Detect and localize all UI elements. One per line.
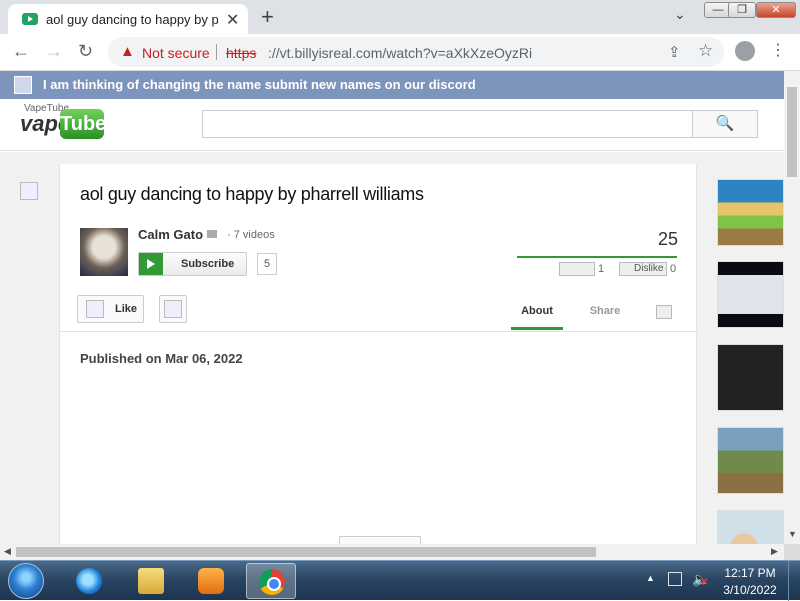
published-date: Published on Mar 06, 2022 bbox=[80, 351, 243, 366]
chrome-icon bbox=[259, 569, 285, 595]
related-video-thumbnail[interactable] bbox=[717, 261, 784, 328]
windows-taskbar: ▲ 🔈 ✕ 12:17 PM 3/10/2022 bbox=[0, 560, 800, 601]
rating-bar bbox=[517, 256, 677, 258]
banner-image-icon bbox=[14, 76, 32, 94]
clock-date[interactable]: 3/10/2022 bbox=[718, 583, 782, 597]
channel-name[interactable]: Calm Gato bbox=[138, 227, 203, 242]
url-scheme: https bbox=[226, 45, 257, 61]
show-more-button[interactable] bbox=[339, 536, 421, 544]
like-count: 1 bbox=[598, 263, 605, 275]
media-player-icon bbox=[198, 568, 224, 594]
profile-avatar-icon[interactable] bbox=[735, 41, 755, 61]
folder-icon bbox=[138, 568, 164, 594]
address-bar[interactable]: ▲ Not secure https ://vt.billyisreal.com… bbox=[108, 37, 724, 67]
back-icon[interactable]: ← bbox=[12, 41, 30, 62]
start-button[interactable] bbox=[8, 563, 44, 599]
close-window-button[interactable]: ✕ bbox=[756, 2, 796, 18]
video-count[interactable]: · 7 videos bbox=[227, 229, 275, 241]
clock-time[interactable]: 12:17 PM bbox=[718, 566, 782, 580]
banner-text: I am thinking of changing the name submi… bbox=[43, 77, 476, 92]
related-video-thumbnail[interactable] bbox=[717, 427, 784, 494]
scroll-left-arrow-icon[interactable]: ◀ bbox=[4, 546, 11, 557]
network-icon[interactable] bbox=[668, 572, 682, 586]
scroll-right-arrow-icon[interactable]: ▶ bbox=[771, 546, 778, 557]
search-button[interactable]: 🔍 bbox=[692, 110, 758, 138]
vertical-scrollbar-thumb[interactable] bbox=[787, 87, 797, 177]
tab-close-icon[interactable]: ✕ bbox=[226, 10, 239, 30]
related-video-thumbnail[interactable] bbox=[717, 510, 784, 544]
horizontal-scrollbar[interactable]: ◀ ▶ bbox=[0, 544, 784, 560]
share-icon[interactable]: ⇪ bbox=[668, 43, 681, 61]
tab-strip: aol guy dancing to happy by pharrell wil… bbox=[0, 0, 800, 34]
url-text[interactable]: ://vt.billyisreal.com/watch?v=aXkXzeOyzR… bbox=[268, 45, 532, 61]
search-icon: 🔍 bbox=[715, 115, 735, 132]
search-input[interactable] bbox=[202, 110, 693, 138]
new-tab-button[interactable]: + bbox=[261, 4, 274, 30]
forward-icon[interactable]: → bbox=[45, 41, 63, 62]
scroll-down-arrow-icon[interactable]: ▼ bbox=[788, 529, 797, 539]
show-desktop-button[interactable] bbox=[788, 561, 800, 601]
subscribe-label: Subscribe bbox=[181, 258, 235, 270]
tab-title: aol guy dancing to happy by pharrell wil… bbox=[46, 12, 218, 27]
taskbar-file-explorer[interactable] bbox=[126, 563, 176, 599]
restore-button[interactable]: ❐ bbox=[728, 2, 756, 18]
taskbar-chrome[interactable] bbox=[246, 563, 296, 599]
play-icon bbox=[139, 253, 163, 275]
tabs-divider bbox=[60, 331, 698, 332]
bookmark-star-icon[interactable]: ☆ bbox=[698, 41, 713, 61]
watch-content: aol guy dancing to happy by pharrell wil… bbox=[59, 164, 698, 544]
guide-menu-icon[interactable] bbox=[20, 182, 38, 200]
add-to-icon[interactable] bbox=[656, 305, 672, 319]
thumbs-down-icon bbox=[164, 300, 182, 318]
not-secure-label[interactable]: Not secure bbox=[142, 45, 210, 61]
internet-explorer-icon bbox=[76, 568, 102, 594]
show-hidden-icons[interactable]: ▲ bbox=[646, 573, 655, 583]
like-button-label: Like bbox=[115, 303, 138, 315]
scrollbar-corner bbox=[784, 544, 800, 560]
volume-muted-icon: ✕ bbox=[700, 577, 709, 588]
view-count: 25 bbox=[657, 229, 678, 249]
browser-toolbar: ← → ↻ ▲ Not secure https ://vt.billyisre… bbox=[0, 34, 800, 71]
chrome-menu-icon[interactable]: ⋮ bbox=[770, 40, 786, 60]
reload-icon[interactable]: ↻ bbox=[78, 41, 93, 62]
verified-icon bbox=[207, 230, 217, 238]
tab-share[interactable]: Share bbox=[580, 295, 630, 330]
horizontal-scrollbar-thumb[interactable] bbox=[16, 547, 596, 557]
dislike-image-icon: Dislike bbox=[619, 262, 667, 276]
video-title: aol guy dancing to happy by pharrell wil… bbox=[80, 184, 424, 204]
related-video-thumbnail[interactable] bbox=[717, 344, 784, 411]
tab-about[interactable]: About bbox=[511, 295, 563, 330]
like-image-icon bbox=[559, 262, 595, 276]
subscribe-button[interactable]: Subscribe bbox=[138, 252, 247, 276]
tab-search-icon[interactable]: ⌄ bbox=[674, 6, 686, 23]
related-video-thumbnail[interactable] bbox=[717, 179, 784, 246]
vertical-scrollbar[interactable]: ▼ bbox=[784, 71, 800, 544]
thumbs-up-icon bbox=[86, 300, 104, 318]
logo-tube-text: Tube bbox=[60, 109, 106, 139]
channel-avatar[interactable] bbox=[80, 228, 128, 276]
site-header: VapeTube vape Tube 🔍 bbox=[0, 99, 784, 151]
omnibox-divider bbox=[216, 44, 217, 60]
like-button[interactable]: Like bbox=[77, 295, 144, 323]
subscriber-count: 5 bbox=[257, 253, 277, 275]
web-page: I am thinking of changing the name submi… bbox=[0, 71, 784, 544]
announcement-banner: I am thinking of changing the name submi… bbox=[0, 71, 784, 99]
taskbar-media-player[interactable] bbox=[186, 563, 236, 599]
warning-icon[interactable]: ▲ bbox=[120, 43, 135, 60]
browser-tab[interactable]: aol guy dancing to happy by pharrell wil… bbox=[8, 4, 248, 34]
taskbar-internet-explorer[interactable] bbox=[64, 563, 114, 599]
dislike-button[interactable] bbox=[159, 295, 187, 323]
vapetube-favicon-icon bbox=[22, 13, 38, 25]
dislike-count: 0 bbox=[670, 263, 677, 275]
vapetube-logo[interactable]: VapeTube vape Tube bbox=[20, 103, 106, 141]
